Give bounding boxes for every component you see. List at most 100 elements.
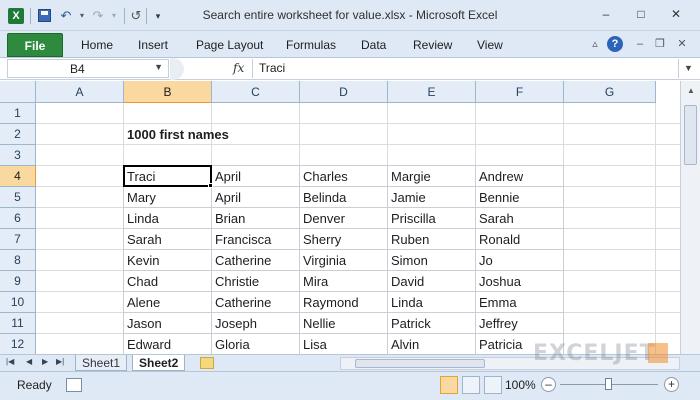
- row-header[interactable]: 1: [0, 103, 36, 124]
- expand-formula-bar-button[interactable]: ▼: [678, 59, 698, 78]
- workbook-minimize-button[interactable]: –: [632, 36, 648, 52]
- last-sheet-icon[interactable]: ▶|: [56, 357, 64, 366]
- name-cell[interactable]: Sarah: [124, 229, 212, 250]
- close-button[interactable]: ✕: [665, 5, 687, 23]
- name-cell[interactable]: Virginia: [300, 250, 388, 271]
- row-header[interactable]: 5: [0, 187, 36, 208]
- name-cell[interactable]: Jason: [124, 313, 212, 334]
- name-cell[interactable]: Kevin: [124, 250, 212, 271]
- sheet-title[interactable]: 1000 first names: [124, 124, 324, 145]
- zoom-out-button[interactable]: –: [541, 377, 556, 392]
- worksheet-grid[interactable]: A B C D E F G 1 2 3 4 5 6 7 8 9 10 11 12 1000 first names Tr…: [0, 81, 680, 354]
- name-cell[interactable]: David: [388, 271, 476, 292]
- name-cell[interactable]: Christie: [212, 271, 300, 292]
- horizontal-scroll-thumb[interactable]: [355, 359, 485, 368]
- prev-sheet-icon[interactable]: ◀: [26, 357, 32, 366]
- name-cell[interactable]: Ruben: [388, 229, 476, 250]
- column-header[interactable]: F: [476, 81, 564, 103]
- name-cell[interactable]: Joseph: [212, 313, 300, 334]
- chevron-down-icon[interactable]: ▼: [154, 62, 163, 72]
- zoom-slider-thumb[interactable]: [605, 378, 612, 390]
- name-cell[interactable]: Gloria: [212, 334, 300, 354]
- row-header[interactable]: 6: [0, 208, 36, 229]
- workbook-close-button[interactable]: ✕: [674, 36, 690, 52]
- name-cell[interactable]: Margie: [388, 166, 476, 187]
- row-header[interactable]: 3: [0, 145, 36, 166]
- name-cell[interactable]: Patrick: [388, 313, 476, 334]
- name-cell[interactable]: Nellie: [300, 313, 388, 334]
- sheet-tab-sheet2[interactable]: Sheet2: [132, 355, 186, 371]
- vertical-scrollbar[interactable]: ▲: [680, 81, 700, 354]
- page-layout-view-button[interactable]: [462, 376, 480, 394]
- name-cell[interactable]: Alvin: [388, 334, 476, 354]
- tab-page-layout[interactable]: Page Layout: [196, 38, 263, 52]
- select-all-button[interactable]: [0, 81, 36, 103]
- minimize-ribbon-button[interactable]: ▵: [587, 36, 603, 52]
- macro-record-icon[interactable]: [66, 378, 82, 392]
- maximize-button[interactable]: □: [630, 5, 652, 23]
- column-header[interactable]: E: [388, 81, 476, 103]
- tab-data[interactable]: Data: [361, 38, 386, 52]
- row-header[interactable]: 8: [0, 250, 36, 271]
- zoom-level[interactable]: 100%: [505, 378, 536, 392]
- name-cell[interactable]: Catherine: [212, 292, 300, 313]
- column-header[interactable]: B: [124, 81, 212, 103]
- name-cell[interactable]: Emma: [476, 292, 564, 313]
- name-cell[interactable]: Jeffrey: [476, 313, 564, 334]
- sheet-tab-sheet1[interactable]: Sheet1: [75, 355, 128, 371]
- tab-home[interactable]: Home: [81, 38, 113, 52]
- row-header[interactable]: 12: [0, 334, 36, 354]
- name-cell[interactable]: Brian: [212, 208, 300, 229]
- workbook-restore-button[interactable]: ❐: [652, 36, 668, 52]
- name-cell[interactable]: Ronald: [476, 229, 564, 250]
- name-cell[interactable]: April: [212, 187, 300, 208]
- name-cell[interactable]: Lisa: [300, 334, 388, 354]
- name-cell[interactable]: Francisca: [212, 229, 300, 250]
- insert-function-button[interactable]: fx: [233, 61, 244, 75]
- name-cell[interactable]: Catherine: [212, 250, 300, 271]
- next-sheet-icon[interactable]: ▶: [42, 357, 48, 366]
- fill-handle[interactable]: [208, 183, 213, 188]
- file-tab[interactable]: File: [7, 33, 63, 57]
- row-header[interactable]: 11: [0, 313, 36, 334]
- tab-review[interactable]: Review: [413, 38, 452, 52]
- name-cell[interactable]: Priscilla: [388, 208, 476, 229]
- name-cell[interactable]: Linda: [388, 292, 476, 313]
- formula-bar-splitter[interactable]: [170, 58, 184, 80]
- vertical-scroll-thumb[interactable]: [684, 105, 697, 165]
- name-cell[interactable]: Mira: [300, 271, 388, 292]
- first-sheet-icon[interactable]: |◀: [6, 357, 14, 366]
- name-cell[interactable]: Jo: [476, 250, 564, 271]
- name-cell[interactable]: Mary: [124, 187, 212, 208]
- row-header[interactable]: 4: [0, 166, 36, 187]
- insert-sheet-icon[interactable]: [200, 357, 214, 369]
- name-cell[interactable]: Denver: [300, 208, 388, 229]
- normal-view-button[interactable]: [440, 376, 458, 394]
- minimize-button[interactable]: –: [595, 5, 617, 23]
- column-header[interactable]: G: [564, 81, 656, 103]
- name-cell[interactable]: Andrew: [476, 166, 564, 187]
- column-header[interactable]: C: [212, 81, 300, 103]
- name-cell[interactable]: Joshua: [476, 271, 564, 292]
- row-header[interactable]: 9: [0, 271, 36, 292]
- name-cell[interactable]: Chad: [124, 271, 212, 292]
- name-cell[interactable]: Linda: [124, 208, 212, 229]
- zoom-in-button[interactable]: +: [664, 377, 679, 392]
- name-cell[interactable]: Jamie: [388, 187, 476, 208]
- column-header[interactable]: D: [300, 81, 388, 103]
- page-break-view-button[interactable]: [484, 376, 502, 394]
- tab-insert[interactable]: Insert: [138, 38, 168, 52]
- name-box[interactable]: B4 ▼: [7, 59, 169, 78]
- name-cell[interactable]: Alene: [124, 292, 212, 313]
- scroll-up-button[interactable]: ▲: [683, 83, 699, 99]
- name-cell[interactable]: Sherry: [300, 229, 388, 250]
- row-header[interactable]: 2: [0, 124, 36, 145]
- row-header[interactable]: 10: [0, 292, 36, 313]
- name-cell[interactable]: Belinda: [300, 187, 388, 208]
- formula-input[interactable]: Traci: [252, 59, 677, 78]
- tab-formulas[interactable]: Formulas: [286, 38, 336, 52]
- name-cell[interactable]: Edward: [124, 334, 212, 354]
- tab-view[interactable]: View: [477, 38, 503, 52]
- row-header[interactable]: 7: [0, 229, 36, 250]
- name-cell[interactable]: Simon: [388, 250, 476, 271]
